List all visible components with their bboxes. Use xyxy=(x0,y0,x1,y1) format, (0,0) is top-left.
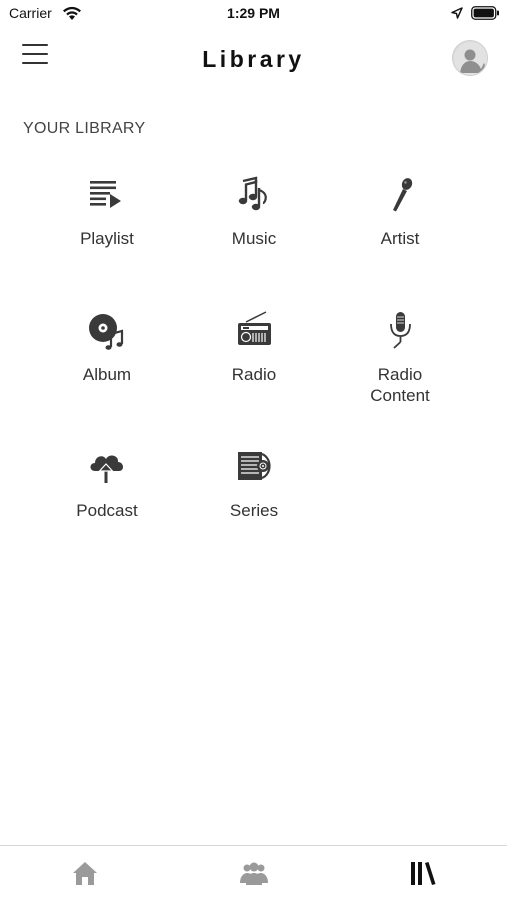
status-time: 1:29 PM xyxy=(227,5,280,21)
battery-icon xyxy=(471,6,499,20)
library-item-album[interactable]: Album xyxy=(34,308,180,385)
library-item-series[interactable]: Series xyxy=(181,444,327,521)
library-item-radio[interactable]: Radio xyxy=(181,308,327,385)
music-notes-icon xyxy=(238,176,267,211)
library-item-label: Artist xyxy=(380,229,420,248)
library-item-podcast[interactable]: Podcast xyxy=(34,444,180,521)
library-item-label: Podcast xyxy=(76,501,138,520)
library-icon xyxy=(411,862,436,885)
status-bar: Carrier 1:29 PM xyxy=(0,0,507,28)
microphone-icon xyxy=(393,178,413,212)
studio-microphone-icon xyxy=(390,312,411,349)
tab-bar xyxy=(0,845,507,900)
home-icon xyxy=(73,862,97,885)
tab-home[interactable] xyxy=(70,858,100,888)
podcast-cloud-icon xyxy=(90,455,124,483)
library-item-artist[interactable]: Artist xyxy=(327,172,473,249)
tab-community[interactable] xyxy=(239,858,269,888)
library-item-playlist[interactable]: Playlist xyxy=(34,172,180,249)
section-title: YOUR LIBRARY xyxy=(23,120,146,137)
library-item-label: Playlist xyxy=(80,229,134,248)
tab-library[interactable] xyxy=(408,858,438,888)
library-item-label: Music xyxy=(231,229,277,248)
library-item-radio-content[interactable]: Radio Content xyxy=(327,308,473,406)
avatar[interactable] xyxy=(452,40,488,76)
album-icon xyxy=(89,314,124,350)
page-title: Library xyxy=(202,46,305,72)
people-icon xyxy=(240,862,268,885)
library-item-label: Series xyxy=(229,501,279,520)
header: Library xyxy=(0,36,507,84)
series-icon xyxy=(238,452,271,480)
location-arrow-icon xyxy=(451,7,463,19)
library-item-music[interactable]: Music xyxy=(181,172,327,249)
radio-icon xyxy=(238,311,271,345)
library-item-label: Radio xyxy=(231,365,277,384)
library-item-label: Radio Content xyxy=(370,365,430,405)
playlist-icon xyxy=(90,181,121,208)
library-item-label: Album xyxy=(82,365,132,384)
